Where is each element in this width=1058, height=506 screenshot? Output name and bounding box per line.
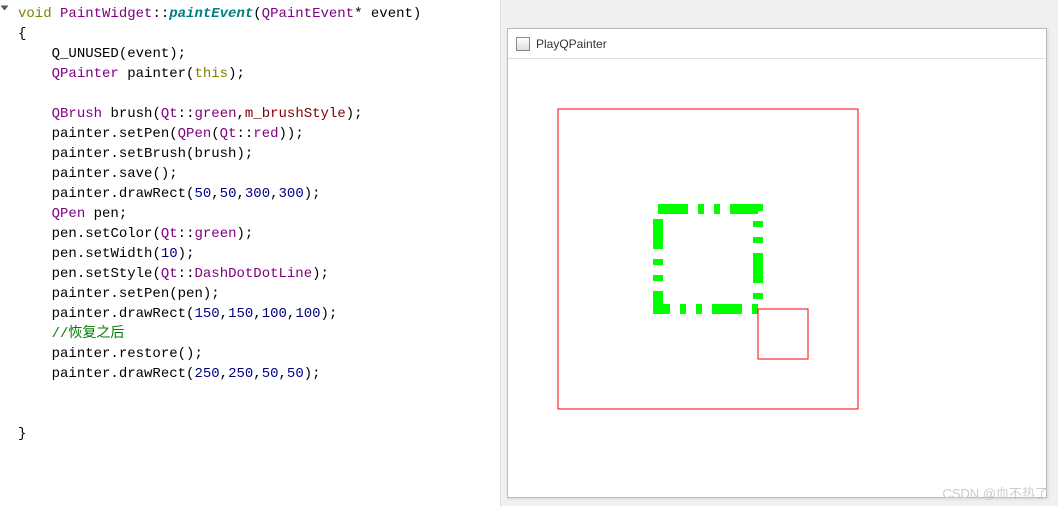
root: void PaintWidget::paintEvent(QPaintEvent… <box>0 0 1058 506</box>
app-icon <box>516 37 530 51</box>
code-editor-pane[interactable]: void PaintWidget::paintEvent(QPaintEvent… <box>0 0 500 506</box>
outer-rect <box>558 109 858 409</box>
app-preview-pane: PlayQPainter CSDN @血不热了 <box>500 0 1058 506</box>
method-name: paintEvent <box>169 6 253 22</box>
window-titlebar[interactable]: PlayQPainter <box>508 29 1046 59</box>
mid-rect <box>658 209 758 309</box>
class-name: PaintWidget <box>60 6 152 22</box>
paint-canvas <box>508 59 1046 497</box>
window-title: PlayQPainter <box>536 37 607 51</box>
comment: //恢复之后 <box>52 326 125 342</box>
keyword-void: void <box>18 6 52 22</box>
code-block: void PaintWidget::paintEvent(QPaintEvent… <box>0 4 500 444</box>
app-window[interactable]: PlayQPainter <box>507 28 1047 498</box>
watermark: CSDN @血不热了 <box>942 483 1048 502</box>
fold-triangle-icon[interactable] <box>1 6 9 11</box>
painted-svg <box>508 59 1048 499</box>
small-rect <box>758 309 808 359</box>
